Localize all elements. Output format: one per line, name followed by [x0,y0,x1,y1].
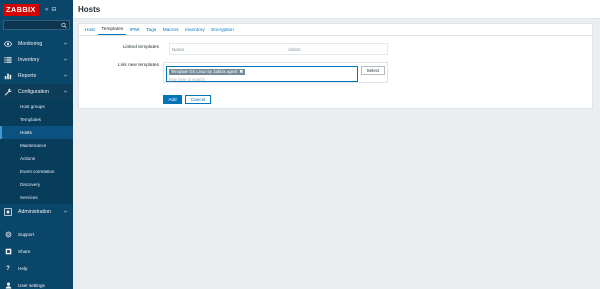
menu-item-user-settings[interactable]: User settings [0,277,73,289]
menu-item-support[interactable]: Support [0,226,73,243]
submenu-item-actions[interactable]: Actions [0,152,73,165]
submenu-item-host-groups[interactable]: Host groups [0,100,73,113]
chevron-down-icon [63,74,68,77]
linked-templates-table: Name Action [169,43,388,55]
page-header: Hosts [73,0,600,19]
collapse-sidebar-icon[interactable]: « [45,6,49,13]
share-icon [4,248,12,256]
submenu-item-maintenance[interactable]: Maintenance [0,139,73,152]
main-menu: Monitoring Inventory Reports Configurati… [0,36,73,220]
reports-icon [4,72,12,80]
zabbix-logo[interactable]: ZABBIX [3,3,39,16]
user-icon [4,282,12,289]
add-button[interactable]: Add [163,95,182,104]
menu-label: Reports [18,73,37,79]
tab-tags[interactable]: Tags [143,28,159,36]
main-content: Hosts Host Templates IPMI Tags Macros In… [73,0,600,289]
host-form: Host Templates IPMI Tags Macros Inventor… [78,23,593,109]
menu-label: User settings [18,283,45,288]
monitoring-icon [4,40,12,48]
template-search-input[interactable] [169,76,319,82]
tab-encryption[interactable]: Encryption [208,28,237,36]
chevron-down-icon [63,58,68,61]
menu-item-configuration[interactable]: Configuration [0,84,73,100]
chevron-up-icon [63,90,68,93]
support-icon [4,231,12,239]
page-title: Hosts [78,4,101,14]
tab-macros[interactable]: Macros [160,28,182,36]
menu-item-help[interactable]: ? Help [0,260,73,277]
help-icon: ? [6,265,10,272]
tab-templates[interactable]: Templates [98,27,127,35]
menu-item-reports[interactable]: Reports [0,68,73,84]
menu-label: Support [18,232,35,237]
link-new-templates-label: Link new templates [117,63,159,68]
sidebar-controls: « ⊟ [45,6,57,13]
sidebar-search [3,20,70,30]
logo-row: ZABBIX « ⊟ [0,0,73,19]
search-input[interactable] [6,22,60,29]
bottom-menu: Support Share ? Help User settings [0,226,73,289]
menu-item-administration[interactable]: Administration [0,204,73,220]
submenu-item-templates[interactable]: Templates [0,113,73,126]
menu-label: Help [18,266,28,271]
kiosk-mode-icon[interactable]: ⊟ [51,6,56,13]
submenu-item-services[interactable]: Services [0,191,73,204]
submenu-item-discovery[interactable]: Discovery [0,178,73,191]
wrench-icon [4,88,12,96]
chip-label: Template OS Linux by Zabbix agent [171,69,238,74]
column-header-name: Name [172,47,185,52]
link-new-templates-box: Template OS Linux by Zabbix agent ✖ Sele… [163,62,388,83]
menu-label: Inventory [18,57,40,63]
menu-label: Monitoring [18,41,43,47]
remove-chip-icon[interactable]: ✖ [239,69,243,75]
menu-label: Administration [18,209,51,215]
templates-multiselect[interactable]: Template OS Linux by Zabbix agent ✖ [166,66,358,82]
menu-label: Share [18,249,31,254]
tab-bar: Host Templates IPMI Tags Macros Inventor… [79,24,592,36]
configuration-submenu: Host groups Templates Hosts Maintenance … [0,100,73,204]
tab-host[interactable]: Host [82,28,98,36]
submenu-item-event-correlation[interactable]: Event correlation [0,165,73,178]
menu-item-share[interactable]: Share [0,243,73,260]
administration-icon [4,208,12,216]
inventory-icon [4,56,12,64]
chevron-down-icon [63,42,68,45]
select-button[interactable]: Select [361,66,385,75]
search-icon[interactable] [61,22,67,29]
menu-label: Configuration [18,89,49,95]
cancel-button[interactable]: Cancel [185,95,211,104]
sidebar: ZABBIX « ⊟ Monitoring Inventory Reports … [0,0,73,289]
menu-item-inventory[interactable]: Inventory [0,52,73,68]
selected-template-chip: Template OS Linux by Zabbix agent ✖ [169,69,246,75]
linked-templates-label: Linked templates [122,45,159,50]
chevron-down-icon [63,210,68,213]
submenu-item-hosts[interactable]: Hosts [0,126,73,139]
tab-inventory[interactable]: Inventory [182,28,208,36]
menu-item-monitoring[interactable]: Monitoring [0,36,73,52]
tab-ipmi[interactable]: IPMI [127,28,143,36]
column-header-action: Action [288,47,301,52]
